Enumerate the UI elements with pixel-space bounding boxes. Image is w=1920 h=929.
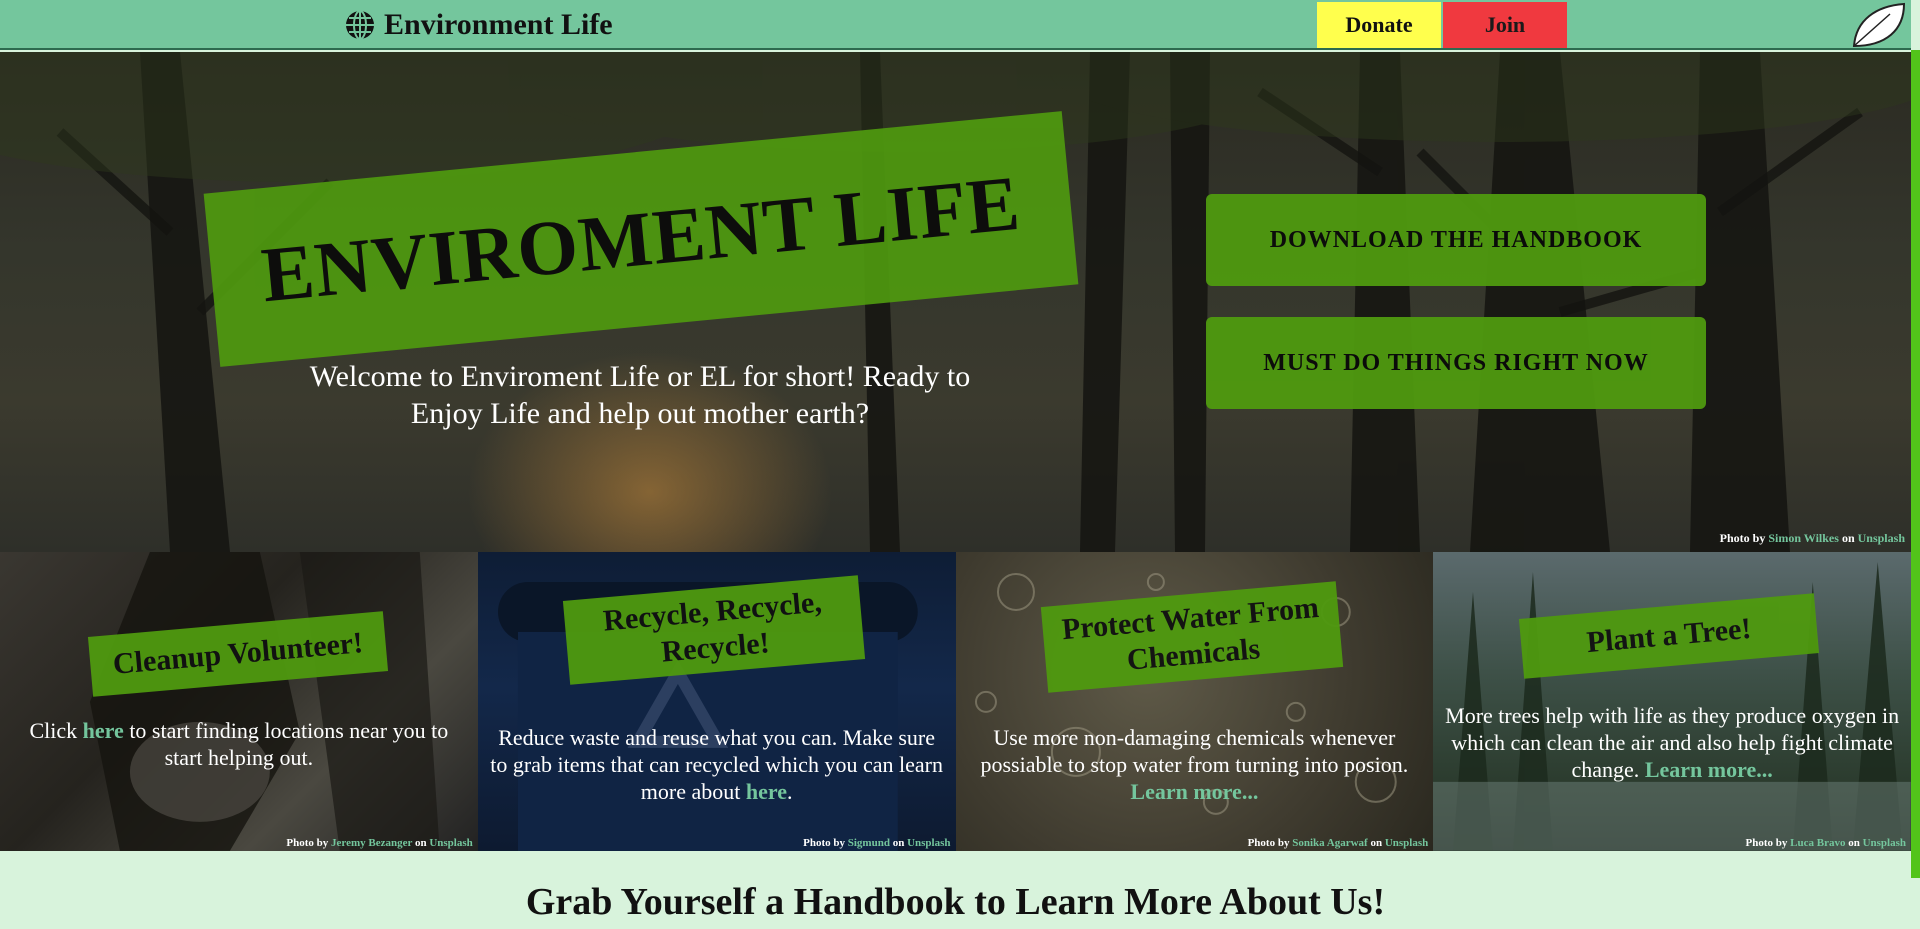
credit-author-link[interactable]: Sonika Agarwaf <box>1292 837 1368 849</box>
credit-prefix: Photo by <box>803 837 845 849</box>
credit-author-link[interactable]: Luca Bravo <box>1790 837 1845 849</box>
photo-credit: Photo by Sonika Agarwaf on Unsplash <box>1248 837 1429 849</box>
credit-prefix: Photo by <box>1745 837 1788 849</box>
credit-site-link[interactable]: Unsplash <box>1385 837 1428 849</box>
brand-title: Environment Life <box>384 8 613 41</box>
top-nav: Environment Life Donate Join <box>0 0 1911 50</box>
photo-credit: Photo by Sigmund on Unsplash <box>803 837 950 849</box>
credit-prefix: Photo by <box>1719 531 1766 545</box>
card-text-before: Click <box>29 718 78 743</box>
card-description: More trees help with life as they produc… <box>1443 702 1901 783</box>
credit-site-link[interactable]: Unsplash <box>429 837 472 849</box>
card-learn-more-link[interactable]: Learn more... <box>1645 757 1773 782</box>
photo-credit: Photo by Simon Wilkes on Unsplash <box>1720 531 1905 546</box>
hero-banner-title: ENVIROMENT LIFE <box>257 158 1024 319</box>
leaf-menu-icon[interactable] <box>1850 2 1906 48</box>
card-water: Protect Water From Chemicals Use more no… <box>955 552 1434 851</box>
credit-author-link[interactable]: Simon Wilkes <box>1768 531 1839 545</box>
handbook-section-title: Grab Yourself a Handbook to Learn More A… <box>525 881 1386 923</box>
credit-prefix: Photo by <box>286 837 329 849</box>
card-title: Cleanup Volunteer! <box>111 626 365 681</box>
card-description: Click here to start finding locations ne… <box>10 717 468 771</box>
card-text-before: Reduce waste and reuse what you can. Mak… <box>490 725 943 804</box>
brand[interactable]: Environment Life <box>344 8 613 42</box>
photo-credit: Photo by Jeremy Bezanger on Unsplash <box>286 837 472 849</box>
credit-site-link[interactable]: Unsplash <box>1858 531 1905 545</box>
hero-section: ENVIROMENT LIFE Welcome to Enviroment Li… <box>0 52 1911 552</box>
donate-button[interactable]: Donate <box>1317 2 1441 48</box>
card-text-after: to start finding locations near you to s… <box>129 718 449 770</box>
card-link[interactable]: here <box>83 718 124 743</box>
download-handbook-button[interactable]: DOWNLOAD THE HANDBOOK <box>1206 194 1706 286</box>
credit-on: on <box>1841 531 1855 545</box>
card-cleanup: Cleanup Volunteer! Click here to start f… <box>0 552 478 851</box>
credit-on: on <box>1370 837 1383 849</box>
card-text-before: Use more non-damaging chemicals whenever… <box>980 725 1409 777</box>
action-cards: Cleanup Volunteer! Click here to start f… <box>0 552 1911 851</box>
scrollbar-accent[interactable] <box>1911 50 1920 878</box>
card-recycle: Recycle, Recycle, Recycle! Reduce waste … <box>477 552 956 851</box>
globe-icon <box>346 10 374 40</box>
credit-on: on <box>1848 837 1860 849</box>
card-description: Reduce waste and reuse what you can. Mak… <box>488 724 946 805</box>
card-description: Use more non-damaging chemicals whenever… <box>966 724 1424 805</box>
credit-author-link[interactable]: Jeremy Bezanger <box>331 837 412 849</box>
credit-prefix: Photo by <box>1247 837 1290 849</box>
card-plant-tree: Plant a Tree! More trees help with life … <box>1433 552 1911 851</box>
card-text-after: . <box>786 779 793 804</box>
cleanup-photo-image <box>89 552 440 851</box>
credit-site-link[interactable]: Unsplash <box>1863 837 1906 849</box>
card-link[interactable]: here <box>746 779 787 804</box>
card-title: Plant a Tree! <box>1585 611 1753 660</box>
credit-on: on <box>414 837 427 849</box>
must-do-things-button[interactable]: MUST DO THINGS RIGHT NOW <box>1206 317 1706 409</box>
credit-author-link[interactable]: Sigmund <box>848 837 890 849</box>
hero-welcome-text: Welcome to Enviroment Life or EL for sho… <box>309 360 971 430</box>
credit-on: on <box>892 837 905 849</box>
join-button[interactable]: Join <box>1443 2 1567 48</box>
card-learn-more-link[interactable]: Learn more... <box>1130 779 1258 804</box>
photo-credit: Photo by Luca Bravo on Unsplash <box>1746 837 1906 849</box>
credit-site-link[interactable]: Unsplash <box>907 837 950 849</box>
